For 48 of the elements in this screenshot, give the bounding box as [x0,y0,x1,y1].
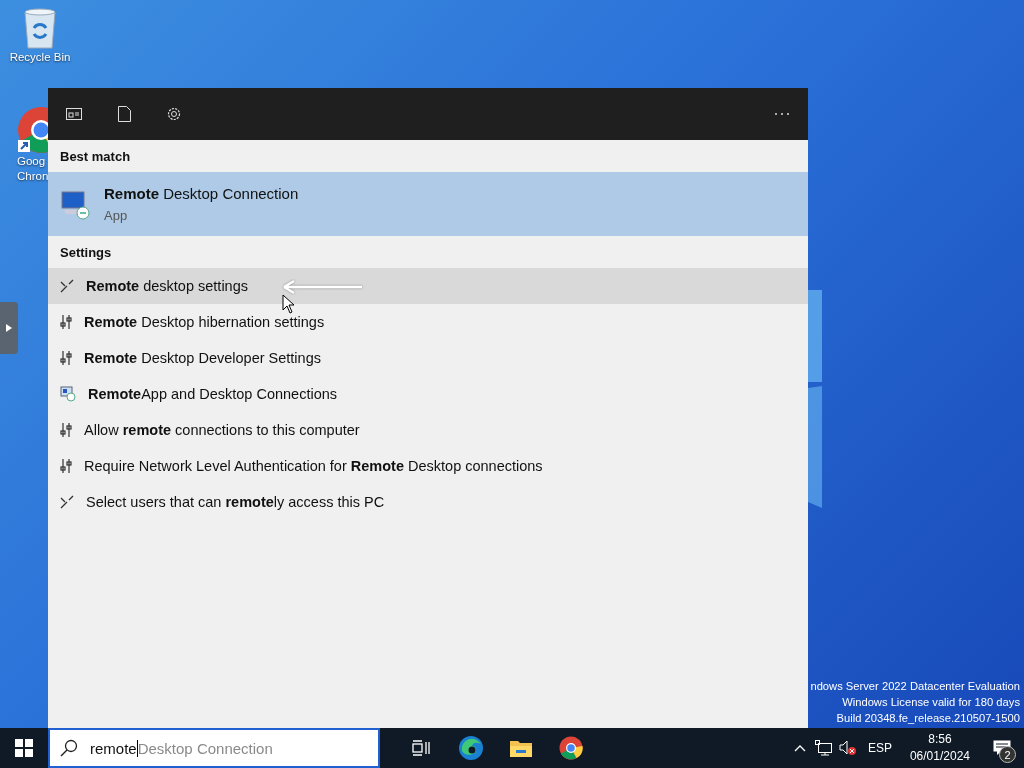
settings-result[interactable]: Remote Desktop hibernation settings [48,304,808,340]
search-text: remote [90,739,138,757]
triangle-icon [6,324,12,332]
best-match-result[interactable]: Remote Desktop Connection App [48,172,808,236]
sliders-icon [60,422,72,438]
settings-result[interactable]: RemoteApp and Desktop Connections [48,376,808,412]
watermark-text: Windows License valid for 180 days [841,695,1020,710]
settings-result[interactable]: Allow remote connections to this computer [48,412,808,448]
sliders-icon [60,350,72,366]
desktop-icon-label: Recycle Bin [9,50,71,65]
result-title: RemoteApp and Desktop Connections [88,386,338,402]
result-title: Remote Desktop hibernation settings [84,314,325,330]
section-heading: Best match [59,147,132,166]
notifications-button[interactable]: 2 [980,728,1024,768]
side-panel-tab[interactable] [0,302,18,354]
settings-result[interactable]: Require Network Level Authentication for Remote Desktop connections [48,448,808,484]
remote-desktop-icon [60,188,92,220]
mouse-cursor-icon [282,294,294,314]
section-heading: Settings [59,243,113,262]
remote-display-icon [60,279,74,293]
clock-time: 8:56 [928,731,952,748]
notification-count: 2 [999,746,1016,763]
clock[interactable]: 8:56 06/01/2024 [899,731,980,765]
watermark-text: Build 20348.fe_release.210507-1500 [835,711,1020,726]
result-title: Allow remote connections to this computer [84,422,360,438]
search-icon [60,739,78,757]
settings-result[interactable]: Remote desktop settings [48,268,808,304]
result-title: Require Network Level Authentication for Remote Desktop connections [84,458,543,474]
windows-logo-icon [15,739,33,757]
language-indicator[interactable]: ESP [859,741,900,755]
result-title: Remote Desktop Connection [104,185,299,202]
result-title: Remote desktop settings [86,278,248,294]
watermark-text: ndows Server 2022 Datacenter Evaluation [810,679,1020,694]
settings-result[interactable]: Select users that can remotely access this PC [48,484,808,520]
search-field[interactable]: remoteDesktop Connection [48,728,380,768]
desktop-icon-label: Chron [17,169,49,184]
search-suggestion: Desktop Connection [137,739,273,757]
remote-display-icon [60,495,74,509]
result-title: Select users that can remotely access this PC [86,494,385,510]
sliders-icon [60,314,72,330]
remoteapp-icon [60,386,76,402]
desktop-icon-label: Goog [17,154,46,169]
result-type: App [104,208,129,223]
settings-result[interactable]: Remote Desktop Developer Settings [48,340,808,376]
recycle-bin-icon[interactable] [22,8,58,50]
clock-date: 06/01/2024 [909,748,970,765]
sliders-icon [60,458,72,474]
result-title: Remote Desktop Developer Settings [84,350,321,366]
